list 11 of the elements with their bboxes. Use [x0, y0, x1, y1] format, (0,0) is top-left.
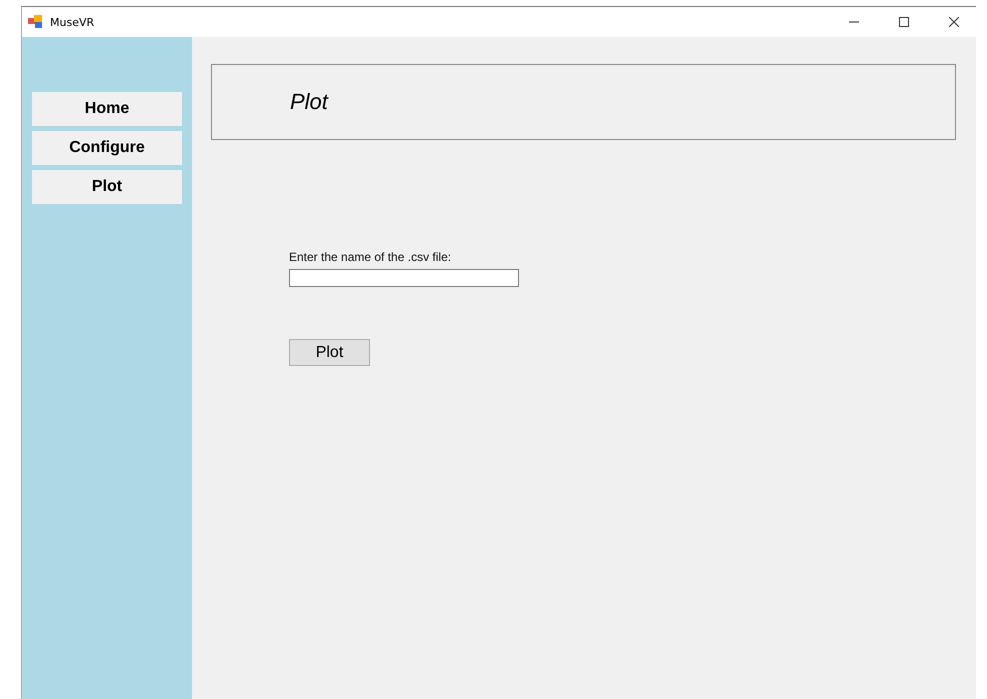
page-title: Plot: [290, 89, 328, 115]
input-field[interactable]: [289, 269, 519, 287]
window-title: MuseVR: [50, 16, 96, 28]
plot-button[interactable]: Plot: [289, 339, 370, 366]
field-label: Enter the name of the .csv file:: [289, 250, 452, 264]
maximize-icon: [899, 17, 909, 27]
nav-button[interactable]: Configure: [32, 131, 182, 165]
app-icon: [28, 15, 44, 29]
close-icon: [949, 17, 959, 27]
nav-button[interactable]: Plot: [32, 170, 182, 204]
nav-button[interactable]: Home: [32, 92, 182, 126]
